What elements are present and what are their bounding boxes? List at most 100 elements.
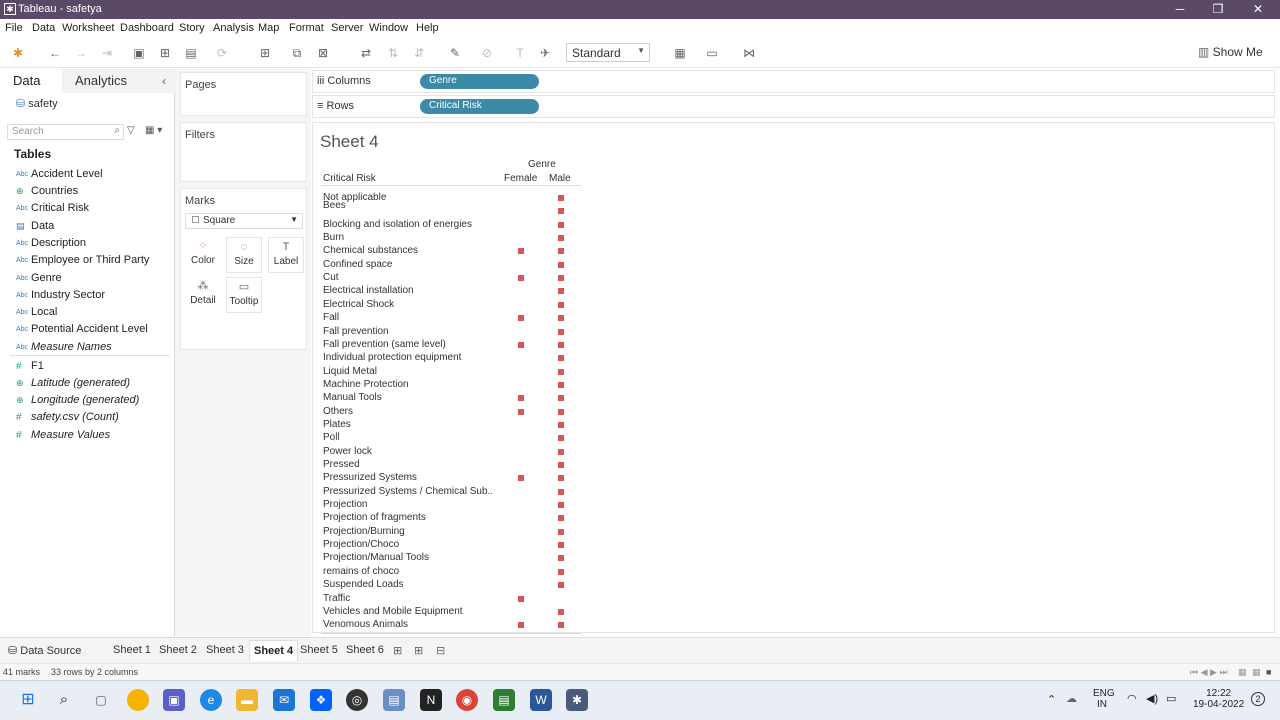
- mark-male[interactable]: [558, 248, 564, 255]
- menu-analysis[interactable]: Analysis: [213, 22, 254, 34]
- field-industry-sector[interactable]: Abc Industry Sector: [16, 289, 105, 301]
- minimize-button[interactable]: ─: [1162, 1, 1198, 17]
- row-label[interactable]: Pressurized Systems / Chemical Sub..: [323, 486, 493, 497]
- mark-male[interactable]: [558, 328, 564, 335]
- labels-icon[interactable]: T: [513, 46, 527, 60]
- color-button[interactable]: ⁘ Color: [185, 237, 221, 273]
- row-label[interactable]: Manual Tools: [323, 392, 382, 403]
- clock[interactable]: 12:22 19-04-2022: [1193, 688, 1244, 710]
- notepad-icon[interactable]: ▤: [383, 689, 405, 711]
- field-longitude-generated[interactable]: ⊕ Longitude (generated): [16, 394, 139, 406]
- mark-female[interactable]: [518, 622, 524, 629]
- tab-analytics[interactable]: Analytics: [62, 69, 175, 93]
- mark-male[interactable]: [558, 582, 564, 589]
- mark-female[interactable]: [518, 408, 524, 415]
- start-icon[interactable]: ⊞: [17, 689, 39, 711]
- tab-nav-icons[interactable]: ⏮ ◀ ▶ ⏭: [1190, 667, 1228, 678]
- app-icon[interactable]: ▤: [493, 689, 515, 711]
- tab-sheet-3[interactable]: Sheet 3: [206, 644, 244, 656]
- filmstrip-icon[interactable]: ▦: [1238, 667, 1247, 678]
- field-countries[interactable]: ⊕ Countries: [16, 185, 78, 197]
- field-measure-names[interactable]: Abc Measure Names: [16, 341, 112, 353]
- sort-ascending-icon[interactable]: ⇅: [386, 46, 400, 60]
- row-label[interactable]: Vehicles and Mobile Equipment: [323, 606, 463, 617]
- row-label[interactable]: Projection/Burning: [323, 526, 405, 537]
- menu-worksheet[interactable]: Worksheet: [62, 22, 114, 34]
- row-label[interactable]: Machine Protection: [323, 379, 409, 390]
- mark-male[interactable]: [558, 208, 564, 215]
- tab-sheet-2[interactable]: Sheet 2: [159, 644, 197, 656]
- mark-male[interactable]: [558, 475, 564, 482]
- notion-icon[interactable]: N: [420, 689, 442, 711]
- mark-male[interactable]: [558, 555, 564, 562]
- mark-male[interactable]: [558, 368, 564, 375]
- cloud-icon[interactable]: ☁: [1066, 692, 1077, 705]
- row-label[interactable]: Liquid Metal: [323, 366, 377, 377]
- view-options-icon[interactable]: ▦ ▾: [145, 125, 162, 136]
- save-icon[interactable]: ▣: [132, 46, 146, 60]
- field-local[interactable]: Abc Local: [16, 306, 57, 318]
- mail-icon[interactable]: ✉: [273, 689, 295, 711]
- mark-male[interactable]: [558, 542, 564, 549]
- dropbox-icon[interactable]: ❖: [310, 689, 332, 711]
- mark-male[interactable]: [558, 275, 564, 282]
- mark-male[interactable]: [558, 502, 564, 509]
- tab-sheet-4[interactable]: Sheet 4: [249, 640, 299, 661]
- edge-icon[interactable]: e: [200, 689, 222, 711]
- field-latitude-generated[interactable]: ⊕ Latitude (generated): [16, 377, 130, 389]
- field-safety-count[interactable]: # safety.csv (Count): [16, 411, 119, 423]
- pause-updates-icon[interactable]: ▤: [184, 46, 198, 60]
- row-label[interactable]: Bees: [323, 200, 346, 211]
- menu-window[interactable]: Window: [369, 22, 408, 34]
- language-indicator[interactable]: ENG IN: [1093, 688, 1115, 710]
- field-employee-or-third-party[interactable]: Abc Employee or Third Party: [16, 254, 149, 266]
- show-cards-icon[interactable]: ▦: [673, 46, 687, 60]
- replay-icon[interactable]: ⇥: [100, 46, 114, 60]
- row-label[interactable]: Power lock: [323, 446, 372, 457]
- pages-card[interactable]: Pages: [180, 72, 307, 116]
- notification-badge[interactable]: 2: [1251, 692, 1265, 706]
- label-button[interactable]: T Label: [268, 237, 304, 273]
- grid-view-icon[interactable]: ▦: [1252, 667, 1261, 678]
- row-label[interactable]: Pressurized Systems: [323, 472, 417, 483]
- mark-male[interactable]: [558, 301, 564, 308]
- mark-male[interactable]: [558, 421, 564, 428]
- row-label[interactable]: Pressed: [323, 459, 360, 470]
- mark-male[interactable]: [558, 488, 564, 495]
- field-f1[interactable]: # F1: [16, 360, 44, 372]
- mark-male[interactable]: [558, 435, 564, 442]
- mark-male[interactable]: [558, 355, 564, 362]
- battery-icon[interactable]: ▭: [1166, 692, 1176, 705]
- row-label[interactable]: Fall: [323, 312, 339, 323]
- new-worksheet-icon[interactable]: ⊞: [258, 46, 272, 60]
- filters-card[interactable]: Filters: [180, 122, 307, 182]
- columns-shelf[interactable]: iii Columns Genre: [312, 70, 1275, 93]
- field-potential-accident-level[interactable]: Abc Potential Accident Level: [16, 323, 148, 335]
- word-icon[interactable]: W: [530, 689, 552, 711]
- new-datasource-icon[interactable]: ⊞: [158, 46, 172, 60]
- row-label[interactable]: Poll: [323, 432, 340, 443]
- menu-data[interactable]: Data: [32, 22, 55, 34]
- mark-male[interactable]: [558, 622, 564, 629]
- detail-button[interactable]: ⁂ Detail: [185, 277, 221, 313]
- tab-data-source[interactable]: ⛁ Data Source: [8, 644, 81, 657]
- menu-map[interactable]: Map: [258, 22, 279, 34]
- mark-male[interactable]: [558, 568, 564, 575]
- field-accident-level[interactable]: Abc Accident Level: [16, 168, 103, 180]
- field-critical-risk[interactable]: Abc Critical Risk: [16, 202, 89, 214]
- menu-file[interactable]: File: [5, 22, 23, 34]
- field-genre[interactable]: Abc Genre: [16, 272, 62, 284]
- search-input[interactable]: Search ⌕: [7, 124, 124, 140]
- row-label[interactable]: Venomous Animals: [323, 619, 408, 630]
- columns-pill-genre[interactable]: Genre: [420, 74, 539, 89]
- mark-male[interactable]: [558, 408, 564, 415]
- rows-pill-critical-risk[interactable]: Critical Risk: [420, 99, 539, 114]
- menu-format[interactable]: Format: [289, 22, 324, 34]
- tab-sheet-1[interactable]: Sheet 1: [113, 644, 151, 656]
- row-label[interactable]: Suspended Loads: [323, 579, 404, 590]
- row-label[interactable]: Traffic: [323, 593, 350, 604]
- tooltip-button[interactable]: ▭ Tooltip: [226, 277, 262, 313]
- new-story-icon[interactable]: ⊟: [436, 644, 445, 657]
- highlight-icon[interactable]: ✎: [448, 46, 462, 60]
- refresh-icon[interactable]: ⟳: [215, 46, 229, 60]
